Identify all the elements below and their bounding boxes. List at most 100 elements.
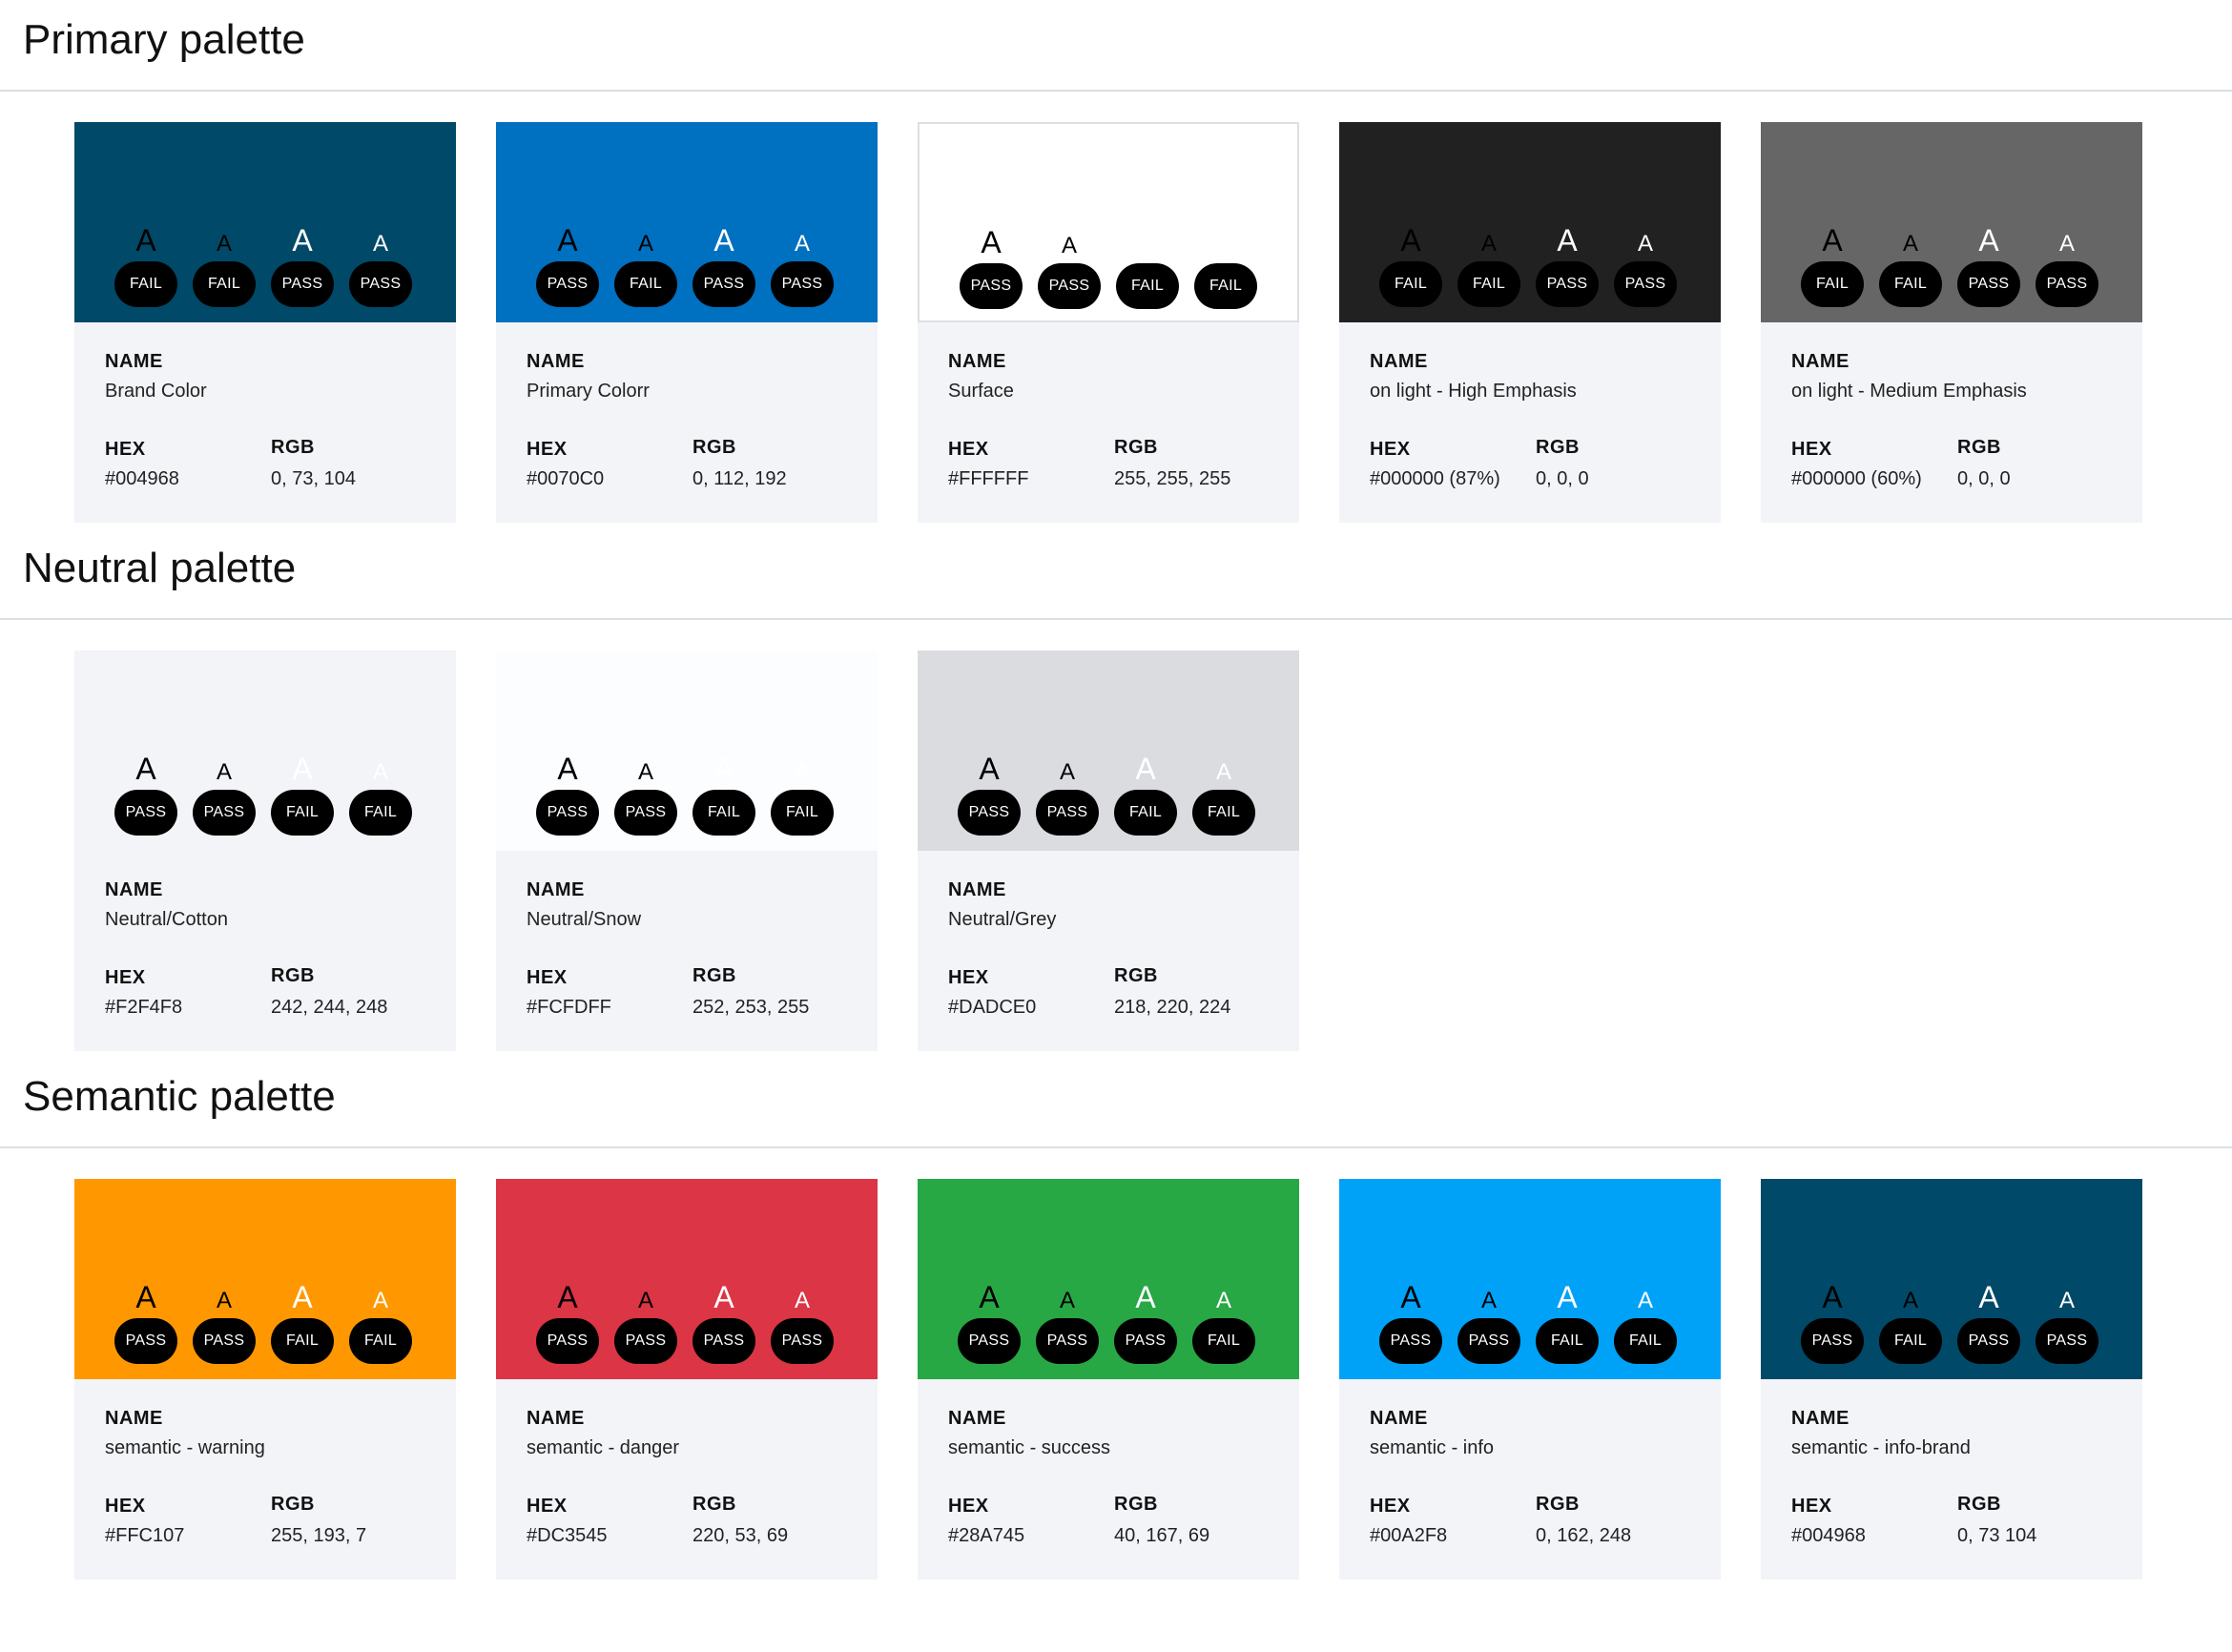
contrast-sample-glyph: A	[794, 1288, 810, 1313]
contrast-sample-glyph: A	[1557, 1280, 1578, 1314]
contrast-result-badge: PASS	[193, 1318, 256, 1364]
contrast-sample-glyph: A	[794, 231, 810, 257]
contrast-result-badge: PASS	[1038, 263, 1101, 309]
color-card-semantic-info: A PASS A PASS A FAIL A FAIL NAME semantic - info H…	[1339, 1179, 1721, 1580]
color-swatch: A PASS A PASS A FAIL A FAIL	[74, 1179, 456, 1379]
contrast-sample-glyph: A	[292, 752, 313, 786]
color-card-neutral-grey: A PASS A PASS A FAIL A FAIL NAME Neutral/Grey HEX #…	[918, 650, 1299, 1051]
color-card-semantic-danger: A PASS A PASS A PASS A PASS NAME semantic - dange…	[496, 1179, 878, 1580]
contrast-sample-glyph: A	[557, 1280, 578, 1314]
contrast-result-badge: FAIL	[1192, 790, 1255, 836]
contrast-sample-glyph: A	[557, 752, 578, 786]
hex-value: #000000 (60%)	[1791, 468, 1922, 489]
contrast-sample-glyph: A	[1557, 223, 1578, 258]
contrast-result-badge: FAIL	[1536, 1318, 1599, 1364]
name-label: NAME	[527, 879, 585, 900]
hex-value: #DADCE0	[948, 997, 1037, 1018]
contrast-result-badge: FAIL	[1879, 1318, 1942, 1364]
hex-label: HEX	[1370, 1496, 1411, 1517]
contrast-result-badge: FAIL	[114, 261, 177, 307]
contrast-sample-glyph: A	[2058, 231, 2075, 257]
name-label: NAME	[1370, 1408, 1428, 1429]
hex-value: #28A745	[948, 1525, 1025, 1546]
contrast-sample-glyph: A	[981, 225, 1002, 259]
contrast-result-badge: FAIL	[1114, 790, 1177, 836]
hex-label: HEX	[527, 1496, 568, 1517]
name-label: NAME	[1791, 1408, 1850, 1429]
contrast-sample-glyph: A	[713, 752, 734, 786]
contrast-sample-glyph: A	[1637, 1288, 1653, 1313]
color-card-on-light-medium-emphasis: A FAIL A FAIL A PASS A PASS NAME on light - Mediu…	[1761, 122, 2142, 523]
color-name: semantic - warning	[105, 1437, 265, 1458]
hex-label: HEX	[948, 967, 989, 988]
color-card-semantic-success: A PASS A PASS A PASS A FAIL NAME semantic - succe…	[918, 1179, 1299, 1580]
section-divider	[0, 1146, 2232, 1148]
rgb-label: RGB	[1114, 965, 1158, 986]
color-name: semantic - info	[1370, 1437, 1495, 1458]
contrast-sample-glyph: A	[1137, 225, 1158, 259]
rgb-value: 255, 255, 255	[1114, 468, 1231, 489]
contrast-sample-glyph: A	[1061, 233, 1077, 258]
hex-value: #F2F4F8	[105, 997, 183, 1018]
hex-label: HEX	[1791, 439, 1832, 460]
hex-value: #004968	[105, 468, 179, 489]
rgb-label: RGB	[692, 965, 736, 986]
color-card-semantic-info-brand: A PASS A FAIL A PASS A PASS NAME semantic - info-…	[1761, 1179, 2142, 1580]
color-card-brand-color: A FAIL A FAIL A PASS A PASS NAME Brand Color HEX #0…	[74, 122, 456, 523]
color-card-on-light-high-emphasis: A FAIL A FAIL A PASS A PASS NAME on light - High …	[1339, 122, 1721, 523]
contrast-result-badge: PASS	[958, 1318, 1021, 1364]
contrast-sample-glyph: A	[216, 759, 232, 785]
hex-label: HEX	[948, 1496, 989, 1517]
contrast-result-badge: PASS	[1379, 1318, 1442, 1364]
rgb-value: 0, 0, 0	[1536, 468, 1589, 489]
color-name: Primary Colorr	[527, 381, 650, 402]
color-swatch: A PASS A FAIL A PASS A PASS	[1761, 1179, 2142, 1379]
rgb-value: 0, 112, 192	[692, 468, 787, 489]
contrast-sample-glyph: A	[1215, 1288, 1231, 1313]
name-label: NAME	[1791, 351, 1850, 372]
rgb-label: RGB	[1536, 437, 1580, 458]
color-name: semantic - danger	[527, 1437, 680, 1458]
color-name: Brand Color	[105, 381, 207, 402]
contrast-sample-glyph: A	[1902, 231, 1918, 257]
name-label: NAME	[1370, 351, 1428, 372]
contrast-sample-glyph: A	[1217, 233, 1233, 258]
hex-value: #000000 (87%)	[1370, 468, 1500, 489]
hex-value: #FFFFFF	[948, 468, 1029, 489]
contrast-sample-glyph: A	[979, 752, 1000, 786]
name-label: NAME	[948, 879, 1006, 900]
contrast-result-badge: FAIL	[193, 261, 256, 307]
contrast-sample-glyph: A	[794, 759, 810, 785]
hex-value: #0070C0	[527, 468, 605, 489]
contrast-result-badge: PASS	[771, 1318, 834, 1364]
color-name: Neutral/Grey	[948, 909, 1057, 930]
color-swatch: A PASS A PASS A FAIL A FAIL	[918, 122, 1299, 322]
rgb-value: 242, 244, 248	[271, 997, 388, 1018]
contrast-sample-glyph: A	[2058, 1288, 2075, 1313]
rgb-label: RGB	[1114, 437, 1158, 458]
contrast-result-badge: FAIL	[1801, 261, 1864, 307]
contrast-result-badge: FAIL	[1379, 261, 1442, 307]
hex-label: HEX	[1791, 1496, 1832, 1517]
name-label: NAME	[105, 1408, 163, 1429]
hex-label: HEX	[105, 967, 146, 988]
color-name: Neutral/Cotton	[105, 909, 228, 930]
rgb-label: RGB	[271, 437, 315, 458]
contrast-result-badge: PASS	[193, 790, 256, 836]
contrast-sample-glyph: A	[1059, 759, 1075, 785]
contrast-sample-glyph: A	[1978, 223, 1999, 258]
contrast-result-badge: PASS	[1036, 1318, 1099, 1364]
contrast-sample-glyph: A	[216, 1288, 232, 1313]
contrast-result-badge: FAIL	[1116, 263, 1179, 309]
contrast-sample-glyph: A	[637, 231, 653, 257]
name-label: NAME	[527, 1408, 585, 1429]
contrast-result-badge: PASS	[771, 261, 834, 307]
contrast-result-badge: FAIL	[1879, 261, 1942, 307]
contrast-result-badge: PASS	[1457, 1318, 1520, 1364]
rgb-label: RGB	[271, 965, 315, 986]
contrast-sample-glyph: A	[1822, 223, 1843, 258]
contrast-sample-glyph: A	[1637, 231, 1653, 257]
contrast-result-badge: PASS	[536, 1318, 599, 1364]
contrast-sample-glyph: A	[292, 1280, 313, 1314]
color-swatch: A PASS A PASS A FAIL A FAIL	[1339, 1179, 1721, 1379]
